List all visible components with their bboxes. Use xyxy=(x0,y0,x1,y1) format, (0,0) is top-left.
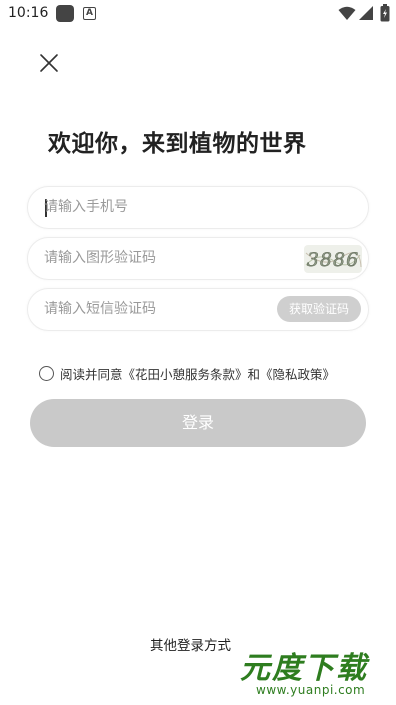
phone-field[interactable] xyxy=(27,186,369,229)
phone-input[interactable] xyxy=(44,187,274,227)
watermark-main: 元度下载 xyxy=(240,651,368,686)
watermark-logo: 元度下载 www.yuanpi.com xyxy=(234,641,393,703)
captcha-field[interactable]: 3886 xyxy=(27,237,369,280)
signal-icon xyxy=(359,6,373,20)
get-sms-code-button[interactable]: 获取验证码 xyxy=(277,296,361,322)
agreement-checkbox[interactable] xyxy=(39,365,54,381)
agreement-conjunction: 和 xyxy=(247,366,261,382)
wifi-icon xyxy=(338,6,356,20)
notification-icon xyxy=(56,5,74,22)
status-time: 10:16 xyxy=(8,5,49,21)
battery-icon xyxy=(380,4,390,22)
sms-code-field[interactable]: 获取验证码 xyxy=(27,288,369,331)
captcha-input[interactable] xyxy=(44,238,274,278)
watermark-url: www.yuanpi.com xyxy=(256,683,366,697)
close-icon[interactable] xyxy=(36,50,62,76)
a-icon: A xyxy=(83,7,96,20)
privacy-link[interactable]: 《隐私政策》 xyxy=(260,364,335,383)
captcha-image[interactable]: 3886 xyxy=(304,245,362,273)
page-title: 欢迎你，来到植物的世界 xyxy=(48,131,307,157)
sms-code-input[interactable] xyxy=(44,289,274,329)
login-screen: 10:16 A 欢迎你，来到植物的世界 3886 xyxy=(0,0,396,705)
login-button[interactable]: 登录 xyxy=(30,399,366,447)
status-bar: 10:16 A xyxy=(0,0,396,28)
agreement-prefix: 阅读并同意 xyxy=(60,366,123,382)
other-login-link[interactable]: 其他登录方式 xyxy=(150,634,231,654)
agreement-row: 阅读并同意 《花田小憩服务条款》 和 《隐私政策》 xyxy=(39,364,335,382)
captcha-text: 3886 xyxy=(307,249,359,271)
terms-link[interactable]: 《花田小憩服务条款》 xyxy=(123,364,248,383)
